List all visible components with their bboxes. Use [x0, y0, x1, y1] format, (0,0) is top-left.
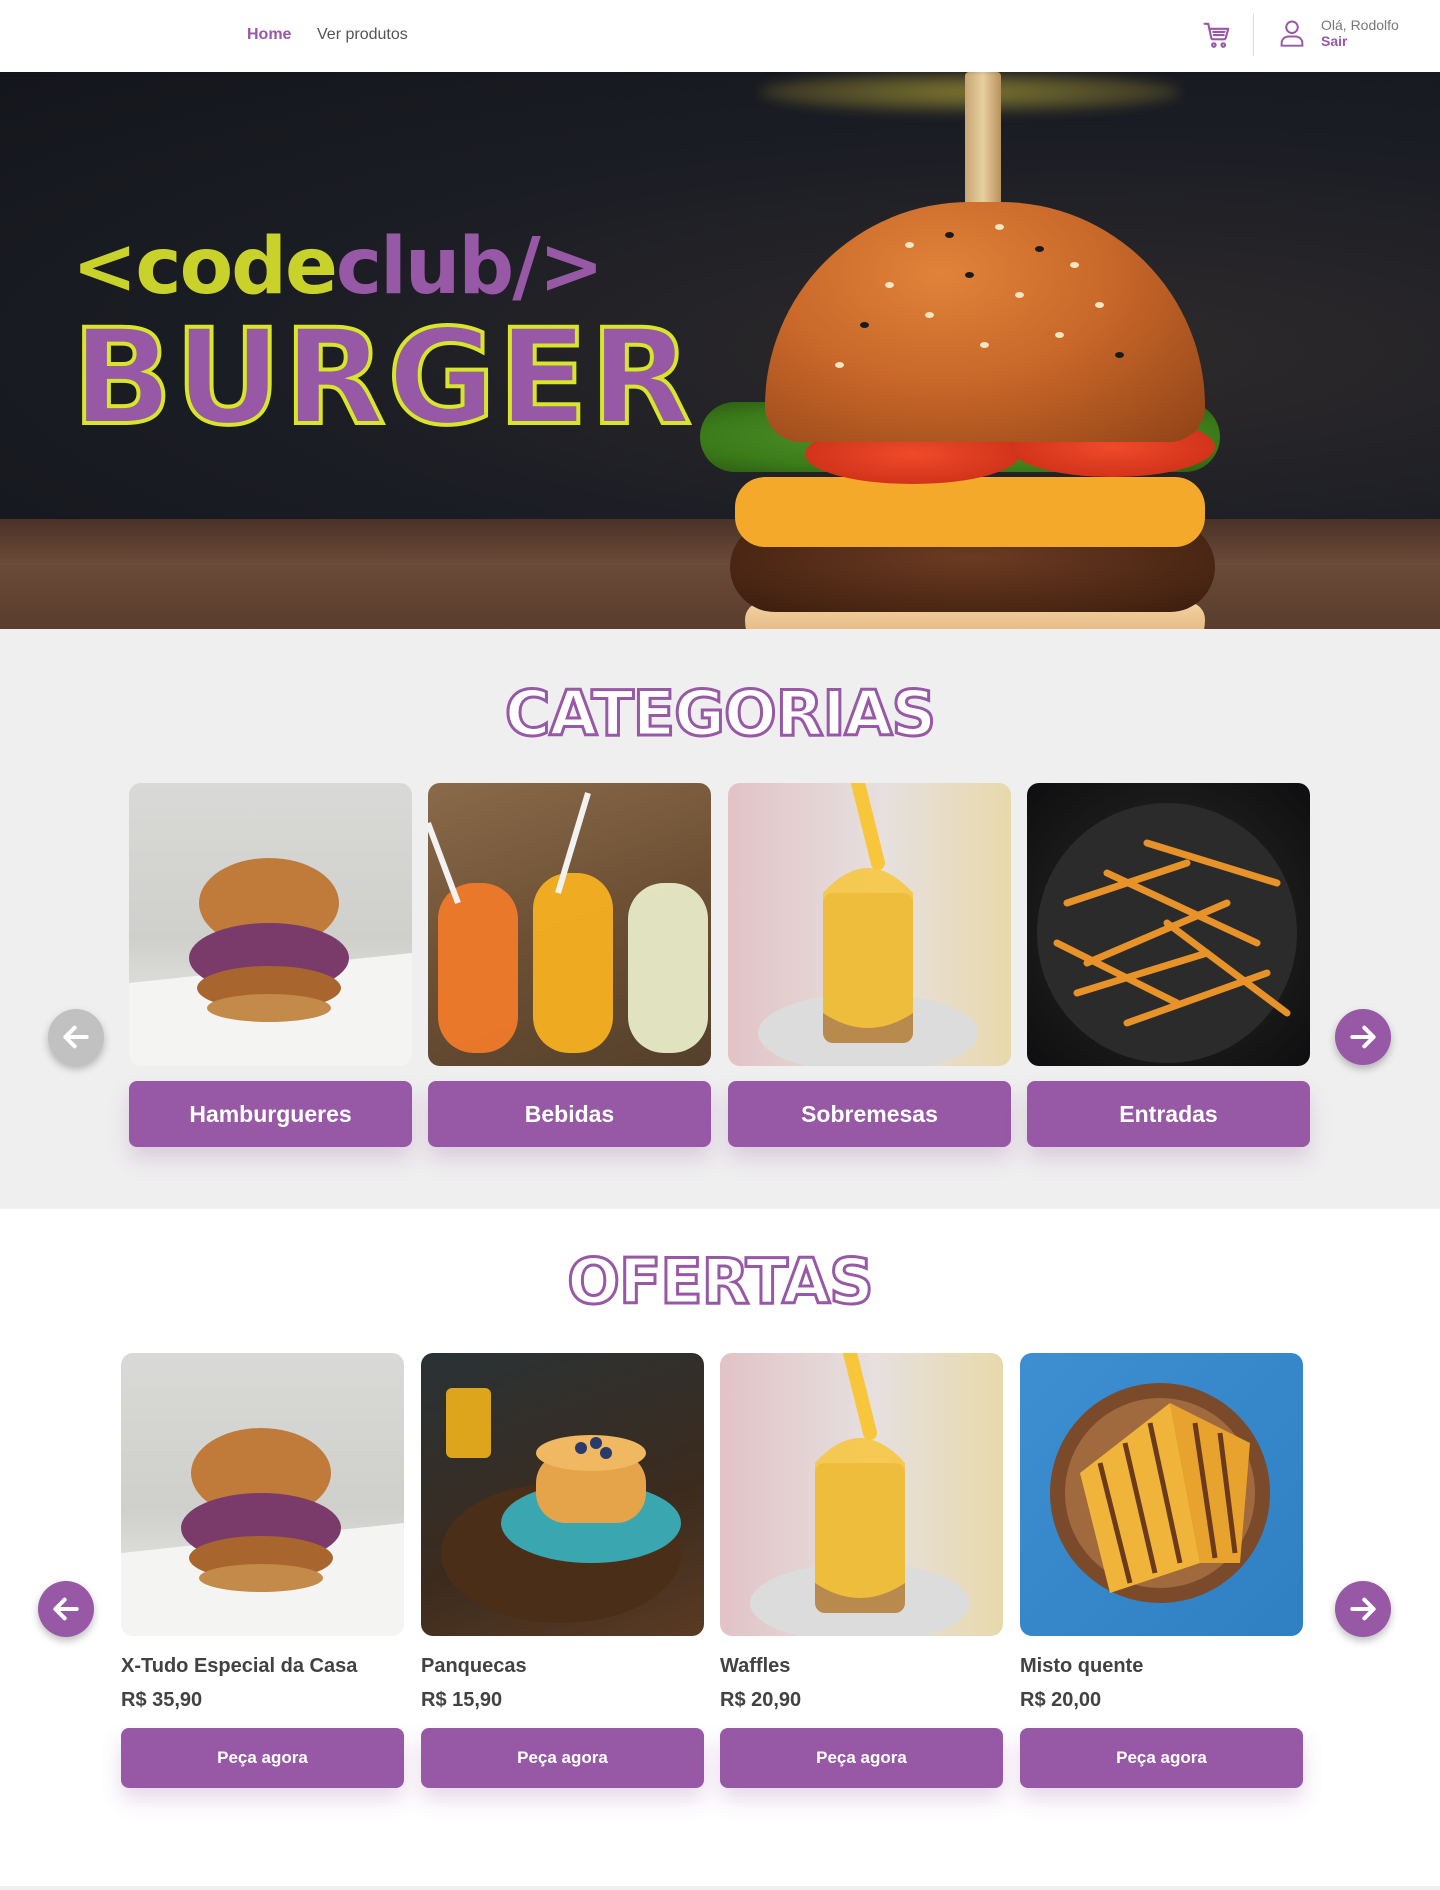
offer-image-pancakes: [421, 1353, 704, 1636]
offer-card-waffles: Waffles R$ 20,90 Peça agora: [720, 1353, 1003, 1788]
cart-icon[interactable]: [1202, 20, 1232, 50]
order-now-button[interactable]: Peça agora: [720, 1728, 1003, 1788]
user-icon: [1280, 20, 1304, 47]
user-greeting: Olá, Rodolfo: [1321, 17, 1399, 33]
category-button[interactable]: Bebidas: [428, 1081, 711, 1147]
category-image-burger: [129, 783, 412, 1066]
offer-image-waffles: [720, 1353, 1003, 1636]
arrow-right-icon: [1350, 1025, 1376, 1049]
offers-prev-button[interactable]: [38, 1581, 94, 1637]
category-image-fries: [1027, 783, 1310, 1066]
offer-price: R$ 20,90: [720, 1689, 802, 1711]
hero-banner: <codeclub/> BURGER: [0, 72, 1440, 629]
top-header: Home Ver produtos Olá, Rodolfo Sair: [0, 0, 1440, 72]
categories-prev-button[interactable]: [48, 1009, 104, 1065]
offer-name: X-Tudo Especial da Casa: [121, 1655, 358, 1677]
header-divider: [1253, 14, 1254, 56]
footer-divider: [0, 1886, 1440, 1890]
category-button[interactable]: Hamburgueres: [129, 1081, 412, 1147]
offer-price: R$ 35,90: [121, 1689, 203, 1711]
category-card-bebidas: Bebidas: [428, 783, 711, 1147]
arrow-left-icon: [53, 1597, 79, 1621]
offers-title: OFERTAS: [566, 1244, 875, 1320]
arrow-right-icon: [1350, 1597, 1376, 1621]
order-now-button[interactable]: Peça agora: [121, 1728, 404, 1788]
category-button[interactable]: Sobremesas: [728, 1081, 1011, 1147]
logo-club-text: club/>: [335, 222, 604, 312]
offers-next-button[interactable]: [1335, 1581, 1391, 1637]
category-card-entradas: Entradas: [1027, 783, 1310, 1147]
category-card-hamburgueres: Hamburgueres: [129, 783, 412, 1147]
offer-image-sandwich: [1020, 1353, 1303, 1636]
offer-card-panquecas: Panquecas R$ 15,90 Peça agora: [421, 1353, 704, 1788]
burger-cheese: [735, 477, 1205, 547]
hero-table: [0, 519, 1440, 629]
categories-next-button[interactable]: [1335, 1009, 1391, 1065]
order-now-button[interactable]: Peça agora: [421, 1728, 704, 1788]
category-image-drinks: [428, 783, 711, 1066]
nav-home-link[interactable]: Home: [247, 26, 291, 44]
burger-skewer: [965, 72, 1001, 207]
category-card-sobremesas: Sobremesas: [728, 783, 1011, 1147]
category-button[interactable]: Entradas: [1027, 1081, 1310, 1147]
offer-price: R$ 15,90: [421, 1689, 503, 1711]
categories-title: CATEGORIAS: [503, 676, 937, 752]
offer-name: Waffles: [720, 1655, 791, 1677]
offer-price: R$ 20,00: [1020, 1689, 1102, 1711]
logout-link[interactable]: Sair: [1321, 33, 1347, 49]
arrow-left-icon: [63, 1025, 89, 1049]
logo-burger-text: BURGER: [70, 301, 694, 455]
offer-image-burger: [121, 1353, 404, 1636]
nav-products-link[interactable]: Ver produtos: [317, 26, 408, 44]
order-now-button[interactable]: Peça agora: [1020, 1728, 1303, 1788]
offer-card-xtudo: X-Tudo Especial da Casa R$ 35,90 Peça ag…: [121, 1353, 404, 1788]
brand-logo: <codeclub/>: [72, 222, 604, 312]
offer-card-misto-quente: Misto quente R$ 20,00 Peça agora: [1020, 1353, 1303, 1788]
offer-name: Misto quente: [1020, 1655, 1144, 1677]
category-image-waffles: [728, 783, 1011, 1066]
burger-top-bun: [765, 202, 1205, 442]
offer-name: Panquecas: [421, 1655, 527, 1677]
logo-code-text: <code: [72, 222, 338, 312]
